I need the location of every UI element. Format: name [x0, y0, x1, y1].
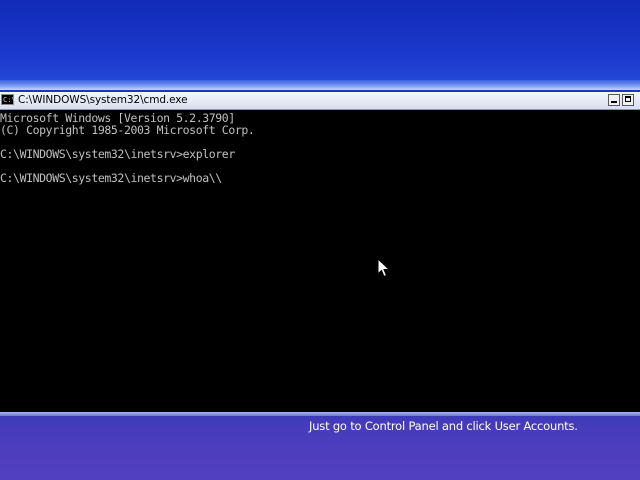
console-line: (C) Copyright 1985-2003 Microsoft Corp. [0, 123, 255, 137]
window-title: C:\WINDOWS\system32\cmd.exe [18, 94, 188, 106]
desktop-band [0, 80, 640, 90]
console-output[interactable]: Microsoft Windows [Version 5.2.3790] (C)… [0, 112, 640, 412]
cmd-window[interactable]: C:\ C:\WINDOWS\system32\cmd.exe Microsof… [0, 92, 640, 412]
console-line: C:\WINDOWS\system32\inetsrv>explorer [0, 147, 235, 161]
minimize-button[interactable] [608, 94, 620, 106]
console-prompt[interactable]: C:\WINDOWS\system32\inetsrv>whoa\\ [0, 172, 222, 184]
mouse-pointer-icon [377, 258, 391, 278]
maximize-button[interactable] [622, 94, 634, 106]
title-bar[interactable]: C:\ C:\WINDOWS\system32\cmd.exe [0, 92, 640, 110]
desktop-lower-edge [0, 412, 640, 416]
cmd-app-icon[interactable]: C:\ [1, 94, 16, 105]
hint-text: Just go to Control Panel and click User … [309, 419, 578, 433]
desktop-background [0, 0, 640, 80]
